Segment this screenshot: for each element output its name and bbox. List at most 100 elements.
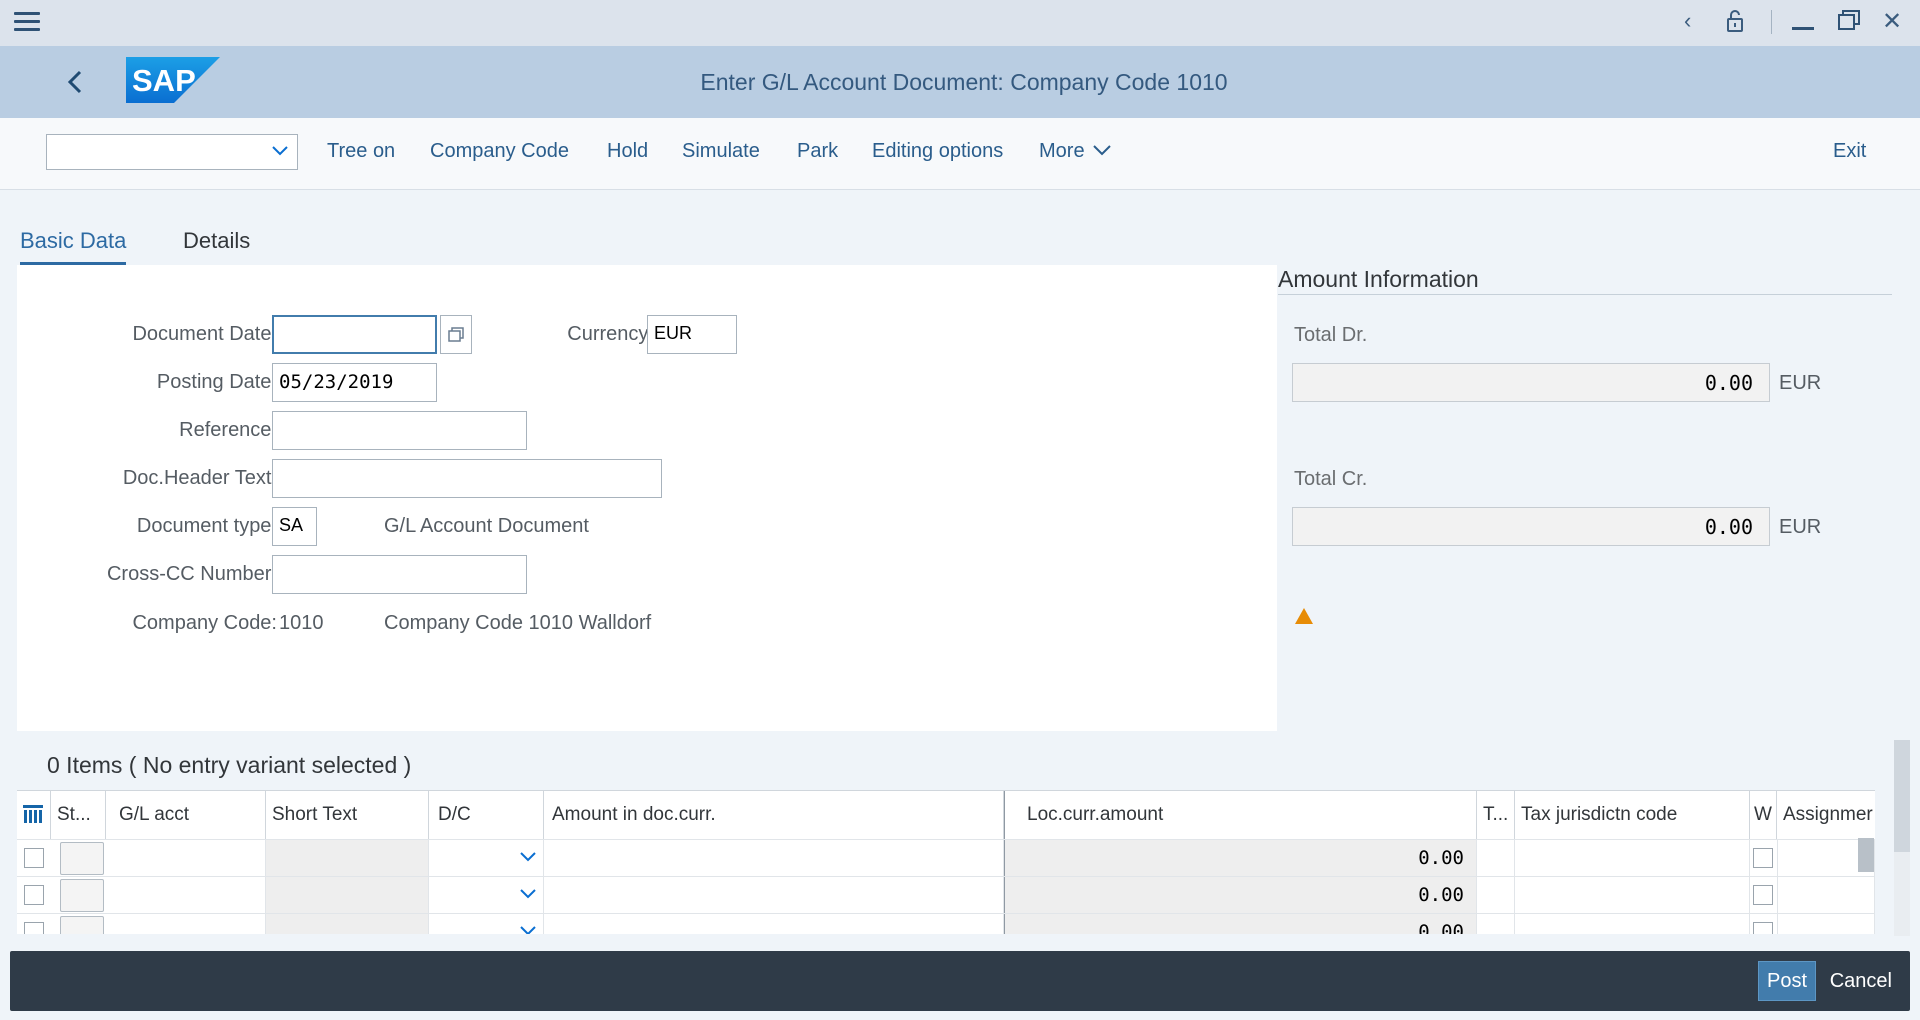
tab-bar: Basic Data Details — [0, 190, 1920, 266]
total-debit-label: Total Dr. — [1294, 324, 1368, 346]
tax-code-cell[interactable] — [1477, 840, 1515, 877]
column-header-w[interactable]: W — [1750, 791, 1777, 839]
doc-header-text-field[interactable] — [272, 459, 662, 498]
table-row: 0.00 — [17, 839, 1875, 877]
row-status-button[interactable] — [60, 879, 104, 912]
gl-acct-cell[interactable] — [106, 914, 266, 934]
tax-code-cell[interactable] — [1477, 914, 1515, 934]
tax-jurisdiction-cell[interactable] — [1515, 914, 1750, 934]
cancel-button[interactable]: Cancel — [1830, 961, 1892, 1001]
table-row: 0.00 — [17, 913, 1875, 934]
more-button[interactable]: More — [1039, 140, 1112, 163]
company-code-value: 1010 — [279, 612, 324, 634]
dc-dropdown[interactable] — [429, 840, 544, 877]
column-header-status[interactable]: St... — [51, 791, 106, 839]
row-select-checkbox[interactable] — [24, 922, 44, 934]
column-header-amount-doc-curr[interactable]: Amount in doc.curr. — [544, 791, 1004, 839]
loc-curr-amount-value: 0.00 — [1418, 884, 1464, 906]
document-type-label: Document type: — [136, 515, 277, 537]
currency-label: Currency: — [567, 323, 654, 345]
page-title: Enter G/L Account Document: Company Code… — [700, 69, 1228, 95]
table-settings-icon — [23, 805, 43, 823]
column-header-tax-jurisdiction[interactable]: Tax jurisdictn code — [1515, 791, 1750, 839]
w-checkbox[interactable] — [1753, 848, 1773, 868]
gl-acct-cell[interactable] — [106, 877, 266, 914]
footer-bar: Post Cancel — [10, 951, 1910, 1011]
column-header-loc-curr-amount[interactable]: Loc.curr.amount — [1004, 791, 1477, 839]
warning-triangle-icon — [1294, 607, 1314, 625]
amount-doc-curr-cell[interactable] — [544, 840, 1004, 877]
menu-icon[interactable] — [14, 12, 40, 32]
assignment-cell[interactable] — [1777, 914, 1875, 934]
column-header-gl-acct[interactable]: G/L acct — [106, 791, 266, 839]
w-checkbox[interactable] — [1753, 885, 1773, 905]
loc-curr-amount-cell: 0.00 — [1004, 840, 1477, 877]
line-items-table: St... G/L acct Short Text D/C Amount in … — [17, 790, 1875, 934]
total-debit-value: 0.00 — [1292, 363, 1770, 402]
document-date-label: Document Date: — [132, 323, 277, 345]
variant-dropdown[interactable] — [46, 134, 298, 170]
amount-doc-curr-cell[interactable] — [544, 914, 1004, 934]
tab-basic-data[interactable]: Basic Data — [20, 228, 127, 265]
divider — [1771, 10, 1772, 34]
exit-button[interactable]: Exit — [1833, 140, 1866, 163]
close-icon[interactable]: ✕ — [1882, 7, 1902, 36]
nav-back-icon[interactable]: ‹ — [1684, 8, 1691, 34]
chevron-down-icon — [519, 919, 537, 934]
total-credit-label: Total Cr. — [1294, 468, 1368, 490]
hold-button[interactable]: Hold — [607, 140, 648, 163]
cross-cc-number-field[interactable] — [272, 555, 527, 594]
unlock-icon[interactable] — [1726, 9, 1744, 32]
row-select-checkbox[interactable] — [24, 848, 44, 868]
dc-dropdown[interactable] — [429, 877, 544, 914]
row-status-button[interactable] — [60, 842, 104, 875]
toolbar: Tree on Company Code Hold Simulate Park … — [0, 118, 1920, 190]
assignment-cell[interactable] — [1777, 877, 1875, 914]
table-scrollbar-thumb[interactable] — [1858, 838, 1874, 872]
table-settings-button[interactable] — [17, 791, 51, 839]
column-header-short-text[interactable]: Short Text — [266, 791, 429, 839]
reference-field[interactable] — [272, 411, 527, 450]
currency-field[interactable]: EUR — [647, 315, 737, 354]
row-select-checkbox[interactable] — [24, 885, 44, 905]
amount-information-panel: Amount Information Total Dr. 0.00 EUR To… — [1278, 262, 1892, 624]
reference-label: Reference: — [179, 419, 277, 441]
minimize-icon[interactable] — [1792, 27, 1814, 30]
document-type-field[interactable]: SA — [272, 507, 317, 546]
w-checkbox[interactable] — [1753, 922, 1773, 934]
dc-dropdown[interactable] — [429, 914, 544, 934]
company-code-label: Company Code: — [132, 612, 277, 634]
back-icon[interactable] — [62, 66, 92, 98]
column-header-assignment[interactable]: Assignmer — [1777, 791, 1875, 839]
loc-curr-amount-cell: 0.00 — [1004, 877, 1477, 914]
company-code-button[interactable]: Company Code — [430, 140, 569, 163]
simulate-button[interactable]: Simulate — [682, 140, 760, 163]
maximize-icon[interactable] — [1838, 10, 1860, 30]
tax-code-cell[interactable] — [1477, 877, 1515, 914]
posting-date-label: Posting Date: — [156, 371, 277, 393]
tax-jurisdiction-cell[interactable] — [1515, 840, 1750, 877]
row-status-button[interactable] — [60, 916, 104, 934]
total-credit-value: 0.00 — [1292, 507, 1770, 546]
post-button[interactable]: Post — [1758, 961, 1816, 1001]
doc-header-text-label: Doc.Header Text: — [122, 467, 277, 489]
cross-cc-number-label: Cross-CC Number: — [106, 563, 277, 585]
gl-acct-cell[interactable] — [106, 840, 266, 877]
short-text-cell — [266, 914, 429, 934]
calendar-picker-button[interactable] — [440, 315, 472, 354]
editing-options-button[interactable]: Editing options — [872, 140, 1003, 163]
park-button[interactable]: Park — [797, 140, 838, 163]
document-date-field[interactable] — [272, 315, 437, 354]
posting-date-field[interactable]: 05/23/2019 — [272, 363, 437, 402]
column-header-dc[interactable]: D/C — [429, 791, 544, 839]
page-scrollbar-thumb[interactable] — [1894, 740, 1910, 852]
short-text-cell — [266, 877, 429, 914]
tab-details[interactable]: Details — [183, 228, 250, 254]
tax-jurisdiction-cell[interactable] — [1515, 877, 1750, 914]
shell-header: Enter G/L Account Document: Company Code… — [0, 46, 1920, 118]
amount-doc-curr-cell[interactable] — [544, 877, 1004, 914]
table-row: 0.00 — [17, 876, 1875, 914]
column-header-tax-code[interactable]: T... — [1477, 791, 1515, 839]
tree-on-button[interactable]: Tree on — [327, 140, 395, 163]
total-credit-currency: EUR — [1779, 516, 1822, 538]
